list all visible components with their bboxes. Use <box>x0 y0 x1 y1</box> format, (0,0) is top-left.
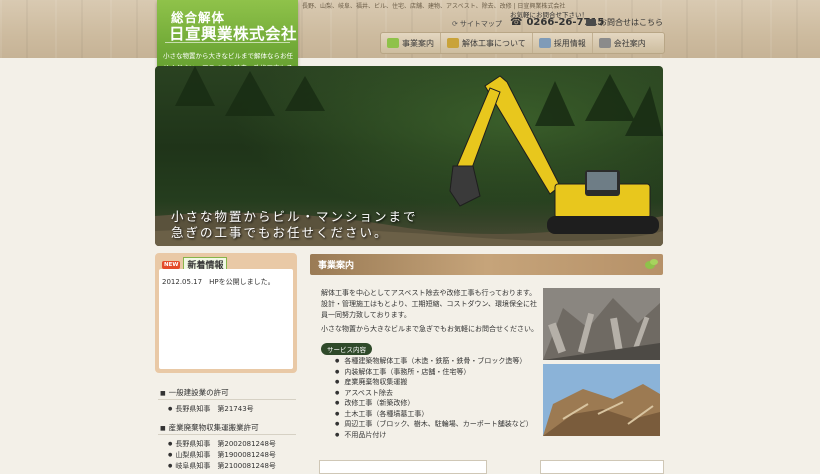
sitemap-icon: ⟳ <box>452 20 458 28</box>
inquiry-label: お問合せはこちら <box>599 18 663 27</box>
service-item: アスベスト除去 <box>335 388 533 399</box>
intro-paragraph: 解体工事を中心としてアスベスト除去や改修工事も行っております。設計・管理施工はも… <box>321 289 538 319</box>
phone-icon: ☎ <box>510 17 523 28</box>
license-heading-construction: 一般建設業の許可 <box>160 387 229 398</box>
hero-caption-line2: 急ぎの工事でもお任せください。 <box>171 225 389 240</box>
nav-label: 事業案内 <box>402 38 434 48</box>
section-header: 事業案内 <box>310 254 663 275</box>
nav-label: 採用情報 <box>553 38 586 48</box>
grid-icon <box>387 38 399 48</box>
nav-company[interactable]: 会社案内 <box>593 33 652 53</box>
license-heading-waste: 産業廃棄物収集運搬業許可 <box>160 422 259 433</box>
debris-photo <box>543 364 660 436</box>
bottom-banner-left[interactable] <box>319 460 487 474</box>
intro-paragraph-2: 小さな物置から大きなビルまで急ぎでもお気軽にお問合せください。 <box>321 325 538 333</box>
nav-label: 解体工事について <box>462 38 526 48</box>
hero-banner: 小さな物置からビル・マンションまで 急ぎの工事でもお任せください。 <box>155 66 663 246</box>
service-item: 内装解体工事（事務所・店舗・住宅等） <box>335 367 533 378</box>
new-badge: NEW <box>162 260 181 269</box>
license-divider <box>158 399 296 400</box>
sitemap-link[interactable]: ⟳ サイトマップ <box>452 19 502 29</box>
license-item: 長野県知事 第21743号 <box>168 404 253 414</box>
service-item: 周辺工事（ブロック、樹木、駐輪場、カーポート舗装など） <box>335 419 532 430</box>
sitemap-label: サイトマップ <box>459 20 502 28</box>
nav-recruit[interactable]: 採用情報 <box>533 33 593 53</box>
nav-business[interactable]: 事業案内 <box>381 33 441 53</box>
news-list: 2012.05.17 HPを公開しました。 <box>159 269 293 369</box>
news-item[interactable]: 2012.05.17 HPを公開しました。 <box>162 277 275 287</box>
leaf-icon <box>645 259 658 269</box>
news-panel: NEW 新着情報 2012.05.17 HPを公開しました。 <box>155 253 297 373</box>
main-nav: 事業案内 解体工事について 採用情報 会社案内 <box>380 32 665 54</box>
logo-company-name: 日宣興業株式会社 <box>169 25 298 43</box>
nav-demolition[interactable]: 解体工事について <box>441 33 533 53</box>
service-item: 改修工事（新築改修） <box>335 398 533 409</box>
license-divider <box>158 434 296 435</box>
service-item: 産業廃棄物収集運搬 <box>335 377 533 388</box>
services-list: 各種建築物解体工事（木造・鉄筋・鉄骨・ブロック造等） 内装解体工事（事務所・店舗… <box>335 356 533 441</box>
section-title: 事業案内 <box>318 261 355 271</box>
logo-divider <box>165 42 290 43</box>
service-item: 不用品片付け <box>335 430 533 441</box>
demolition-photo <box>543 288 660 360</box>
company-icon <box>598 38 611 48</box>
mail-icon <box>586 19 596 26</box>
inquiry-link[interactable]: お問合せはこちら <box>586 17 663 28</box>
license-item: 山梨県知事 第1900081248号 <box>168 450 276 460</box>
services-label: サービス内容 <box>321 343 372 355</box>
building-icon <box>447 38 459 48</box>
nav-label: 会社案内 <box>613 38 646 48</box>
document-icon <box>538 38 551 48</box>
service-item: 土木工事（各種墳墓工事） <box>335 409 533 420</box>
license-item: 長野県知事 第2002081248号 <box>168 439 276 449</box>
bottom-banner-right[interactable] <box>540 460 664 474</box>
service-item: 各種建築物解体工事（木造・鉄筋・鉄骨・ブロック造等） <box>335 356 533 367</box>
